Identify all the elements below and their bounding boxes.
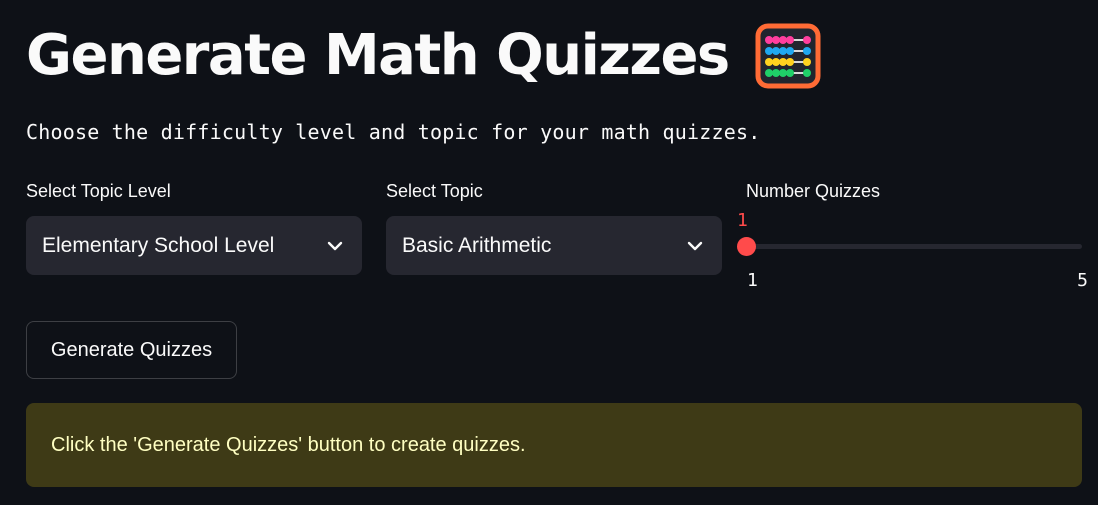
header: Generate Math Quizzes [26,14,821,98]
chevron-down-icon [327,241,343,250]
chevron-down-icon [687,241,703,250]
page-subtitle: Choose the difficulty level and topic fo… [26,120,761,144]
abacus-icon [755,23,821,89]
app-page: Generate Math Quizzes Choose the difficu… [0,0,1098,505]
generate-quizzes-button[interactable]: Generate Quizzes [26,321,237,379]
topic-value: Basic Arithmetic [402,233,552,257]
slider-max-label: 5 [1077,270,1088,291]
topic-level-select[interactable]: Elementary School Level [26,216,362,275]
number-quizzes-slider[interactable]: 1 1 5 [737,210,1088,291]
info-alert: Click the 'Generate Quizzes' button to c… [26,403,1082,487]
alert-message: Click the 'Generate Quizzes' button to c… [51,433,526,456]
page-title: Generate Math Quizzes [26,23,730,88]
topic-level-value: Elementary School Level [42,233,275,257]
topic-select[interactable]: Basic Arithmetic [386,216,722,275]
topic-level-label: Select Topic Level [26,181,171,201]
slider-min-label: 1 [747,270,758,291]
slider-current-value: 1 [737,210,748,231]
topic-label: Select Topic [386,181,483,201]
slider-thumb[interactable] [737,237,756,256]
slider-track[interactable] [746,244,1082,249]
number-quizzes-label: Number Quizzes [746,181,881,201]
